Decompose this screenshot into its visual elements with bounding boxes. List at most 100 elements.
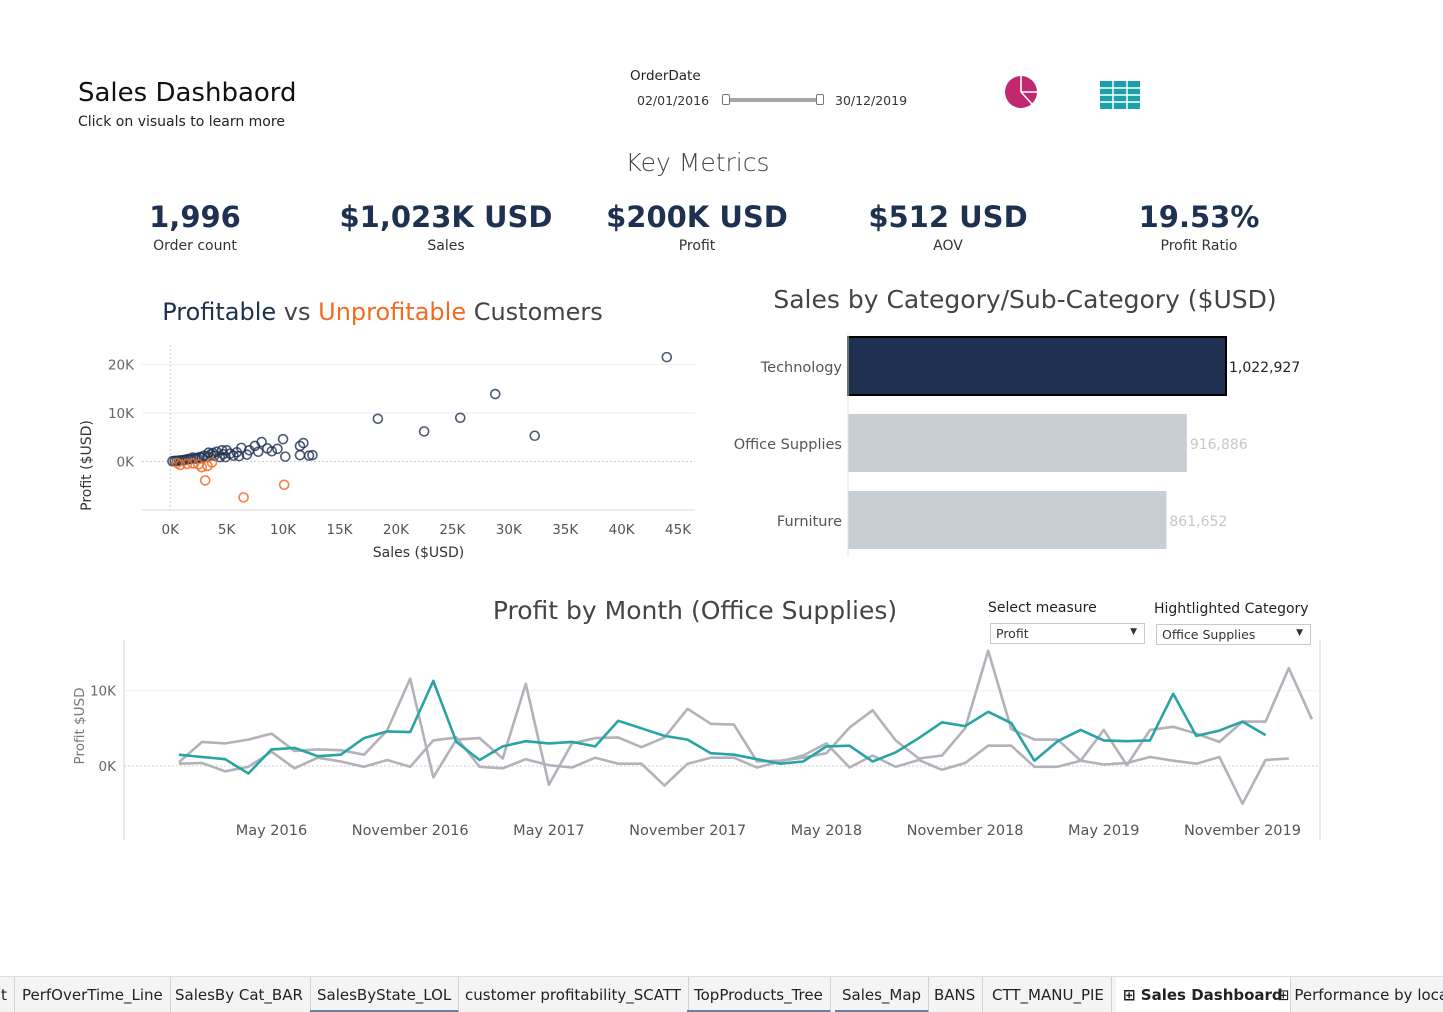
kpi-profit-ratio[interactable]: 19.53% Profit Ratio (1074, 200, 1324, 254)
tab-performance-by-location[interactable]: ⊞ Performance by locati (1270, 977, 1443, 1012)
kpi-label: Profit Ratio (1160, 238, 1238, 254)
tab-perfovertime-line[interactable]: PerfOverTime_Line (15, 977, 171, 1012)
order-date-slider[interactable] (722, 94, 824, 105)
kpi-value: $200K USD (606, 200, 788, 234)
profitable-customer-point (277, 433, 289, 445)
x-tick-label: 20K (383, 522, 410, 538)
unprofitable-customer-point (278, 479, 290, 491)
category-label: Technology (760, 360, 843, 376)
kpi-value: 1,996 (149, 200, 241, 234)
profit-by-month-chart[interactable]: 10K 0K Profit $USD May 2016 November 2016 May… (60, 630, 1340, 855)
kpi-label: AOV (933, 238, 963, 254)
bar-furniture (848, 491, 1167, 549)
profitable-customer-point (489, 388, 501, 400)
y-tick-label: 10K (108, 406, 135, 422)
kpi-order-count[interactable]: 1,996 Order count (70, 200, 320, 254)
profitable-customer-point (372, 413, 384, 425)
x-tick-label: 40K (609, 522, 636, 538)
other-category-line (178, 649, 1314, 787)
tab-salesbycat-bar[interactable]: SalesBy Cat_BAR (168, 977, 311, 1012)
category-bar-chart[interactable]: Technology 1,022,927 Office Supplies 916,88… (710, 325, 1350, 565)
other-category-line (178, 736, 1289, 805)
kpi-value: $512 USD (868, 200, 1028, 234)
dashboard-icon: ⊞ (1277, 986, 1295, 1004)
y-tick-label: 0K (99, 759, 118, 775)
bar-chart-title: Sales by Category/Sub-Category ($USD) (773, 285, 1277, 314)
slider-start-handle[interactable] (722, 94, 730, 105)
page-title: Sales Dashbaord (78, 78, 297, 108)
x-tick-label: 0K (161, 522, 180, 538)
key-metrics-title: Key Metrics (625, 148, 770, 177)
y-axis-title: Profit $USD (72, 688, 88, 765)
kpi-value: 19.53% (1138, 200, 1260, 234)
x-tick-label: May 2019 (1068, 823, 1140, 839)
select-measure-label: Select measure (988, 600, 1097, 616)
tab-salesbystate-lol[interactable]: SalesByState_LOL (310, 977, 460, 1012)
pie-chart-icon[interactable] (1003, 74, 1039, 110)
table-grid-icon[interactable] (1099, 80, 1141, 110)
profitable-customer-point (294, 449, 306, 461)
bar-technology (847, 336, 1227, 396)
order-date-end[interactable]: 30/12/2019 (835, 93, 907, 108)
scatter-title-customers: Customers (466, 298, 603, 326)
tab-sales-map[interactable]: Sales_Map (835, 977, 930, 1012)
tab-partial[interactable]: t (0, 977, 15, 1012)
x-tick-label: 10K (270, 522, 297, 538)
slider-end-handle[interactable] (816, 94, 824, 105)
order-date-label: OrderDate (630, 68, 701, 84)
bar-office-supplies (848, 414, 1187, 472)
dashboard-icon: ⊞ (1123, 986, 1141, 1004)
profitable-customer-point (529, 430, 541, 442)
tab-customer-profitability-scatt[interactable]: customer profitability_SCATT (458, 977, 689, 1012)
x-tick-label: May 2016 (236, 823, 308, 839)
x-axis-title: Sales ($USD) (373, 545, 464, 561)
order-date-start[interactable]: 02/01/2016 (637, 93, 709, 108)
tab-bans[interactable]: BANS (927, 977, 984, 1012)
x-tick-label: November 2016 (352, 823, 469, 839)
y-tick-label: 20K (108, 357, 135, 373)
x-tick-label: May 2017 (513, 823, 585, 839)
bar-value-label: 916,886 (1190, 437, 1248, 453)
tab-topproducts-tree[interactable]: TopProducts_Tree (687, 977, 831, 1012)
bar-value-label: 861,652 (1169, 514, 1227, 530)
tab-sales-dashboard[interactable]: ⊞ Sales Dashboard (1116, 977, 1291, 1012)
x-tick-label: 5K (218, 522, 237, 538)
x-tick-label: November 2019 (1184, 823, 1301, 839)
x-tick-label: 25K (439, 522, 466, 538)
y-axis-title: Profit ($USD) (79, 420, 95, 511)
x-tick-label: 30K (496, 522, 523, 538)
kpi-value: $1,023K USD (339, 200, 553, 234)
profitable-customer-point (661, 351, 673, 363)
y-tick-label: 0K (117, 454, 136, 470)
kpi-sales[interactable]: $1,023K USD Sales (321, 200, 571, 254)
tab-ctt-manu-pie[interactable]: CTT_MANU_PIE (985, 977, 1112, 1012)
office-supplies-line (178, 679, 1267, 775)
x-tick-label: November 2017 (629, 823, 746, 839)
customer-scatter-chart[interactable]: 20K 10K 0K 0K 5K 10K 15K 20K 25K 30K 35K 40K 45K Sale… (70, 335, 710, 575)
page-subtitle: Click on visuals to learn more (78, 114, 285, 130)
scatter-title-vs: vs (276, 298, 319, 326)
kpi-profit[interactable]: $200K USD Profit (572, 200, 822, 254)
kpi-label: Sales (427, 238, 465, 254)
sheet-tab-bar: t PerfOverTime_Line SalesBy Cat_BAR Sale… (0, 976, 1443, 1012)
profitable-customer-point (418, 426, 430, 437)
y-tick-label: 10K (90, 684, 117, 700)
scatter-title: Profitable vs Unprofitable Customers (0, 298, 765, 326)
x-tick-label: 15K (326, 522, 353, 538)
scatter-title-unprofitable: Unprofitable (318, 298, 467, 326)
kpi-label: Order count (153, 238, 237, 254)
kpi-aov[interactable]: $512 USD AOV (823, 200, 1073, 254)
profitable-customer-point (280, 451, 291, 462)
category-label: Office Supplies (734, 437, 842, 453)
x-tick-label: 35K (552, 522, 579, 538)
highlighted-category-label: Hightlighted Category (1154, 601, 1309, 617)
unprofitable-customer-point (238, 492, 249, 503)
x-tick-label: November 2018 (907, 823, 1024, 839)
x-tick-label: 45K (665, 522, 692, 538)
x-tick-label: May 2018 (791, 823, 863, 839)
profitable-customer-point (454, 412, 466, 424)
category-label: Furniture (777, 514, 842, 530)
bar-value-label: 1,022,927 (1229, 360, 1300, 376)
scatter-title-profitable: Profitable (162, 298, 277, 326)
kpi-label: Profit (678, 238, 716, 254)
